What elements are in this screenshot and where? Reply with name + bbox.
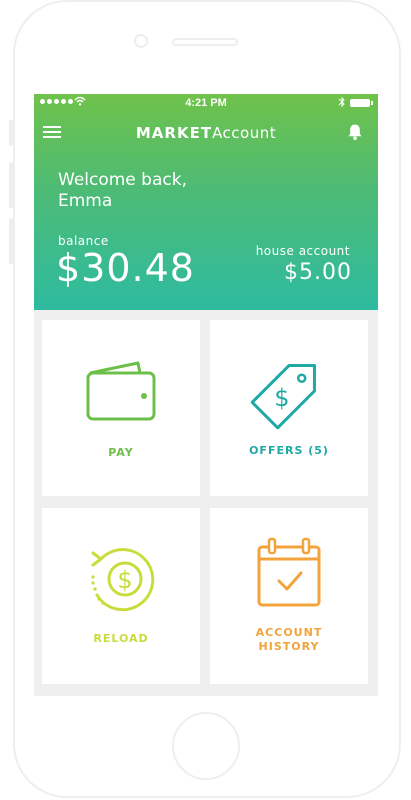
svg-text:$: $	[274, 384, 289, 412]
reload-label: RELOAD	[93, 632, 149, 645]
pay-tile[interactable]: PAY	[42, 320, 200, 496]
wallet-icon	[42, 356, 200, 426]
pay-label: PAY	[108, 446, 134, 459]
house-account-value: $5.00	[284, 260, 352, 285]
battery-icon	[350, 99, 373, 107]
offers-label: OFFERS (5)	[249, 444, 329, 457]
account-history-label-line-1: ACCOUNT	[255, 626, 323, 639]
home-button[interactable]	[172, 712, 240, 780]
welcome-line-1: Welcome back,	[58, 170, 187, 190]
price-tag-icon: $	[210, 356, 368, 430]
app-title: MARKETAccount	[34, 124, 378, 142]
balance-value: $30.48	[56, 246, 195, 290]
house-account-label: house account	[255, 244, 350, 258]
welcome-message: Welcome back, Emma	[58, 170, 278, 212]
app-screen: 4:21 PM MARKETAccount Welcome back, Emma…	[34, 94, 378, 696]
status-bar: 4:21 PM	[34, 94, 378, 112]
mute-switch	[9, 120, 13, 146]
nav-bar: MARKETAccount	[34, 112, 378, 156]
calendar-check-icon	[210, 537, 368, 608]
welcome-user-name: Emma	[58, 191, 113, 211]
reload-tile[interactable]: $ RELOAD	[42, 508, 200, 684]
account-history-label-line-2: HISTORY	[258, 640, 320, 653]
account-history-tile[interactable]: ACCOUNT HISTORY	[210, 508, 368, 684]
status-time: 4:21 PM	[185, 97, 227, 109]
account-history-label: ACCOUNT HISTORY	[210, 626, 368, 654]
app-title-brand: MARKET	[135, 124, 213, 142]
notification-bell-icon[interactable]	[346, 123, 366, 143]
bluetooth-icon	[338, 96, 346, 111]
volume-up-button	[9, 162, 13, 208]
camera-icon	[134, 34, 148, 48]
volume-down-button	[9, 218, 13, 264]
offers-tile[interactable]: $ OFFERS (5)	[210, 320, 368, 496]
speaker-icon	[172, 38, 238, 46]
svg-text:$: $	[117, 566, 132, 594]
reload-dollar-icon: $	[42, 544, 200, 614]
account-header: 4:21 PM MARKETAccount Welcome back, Emma…	[34, 94, 378, 310]
app-title-rest: Account	[212, 124, 277, 142]
